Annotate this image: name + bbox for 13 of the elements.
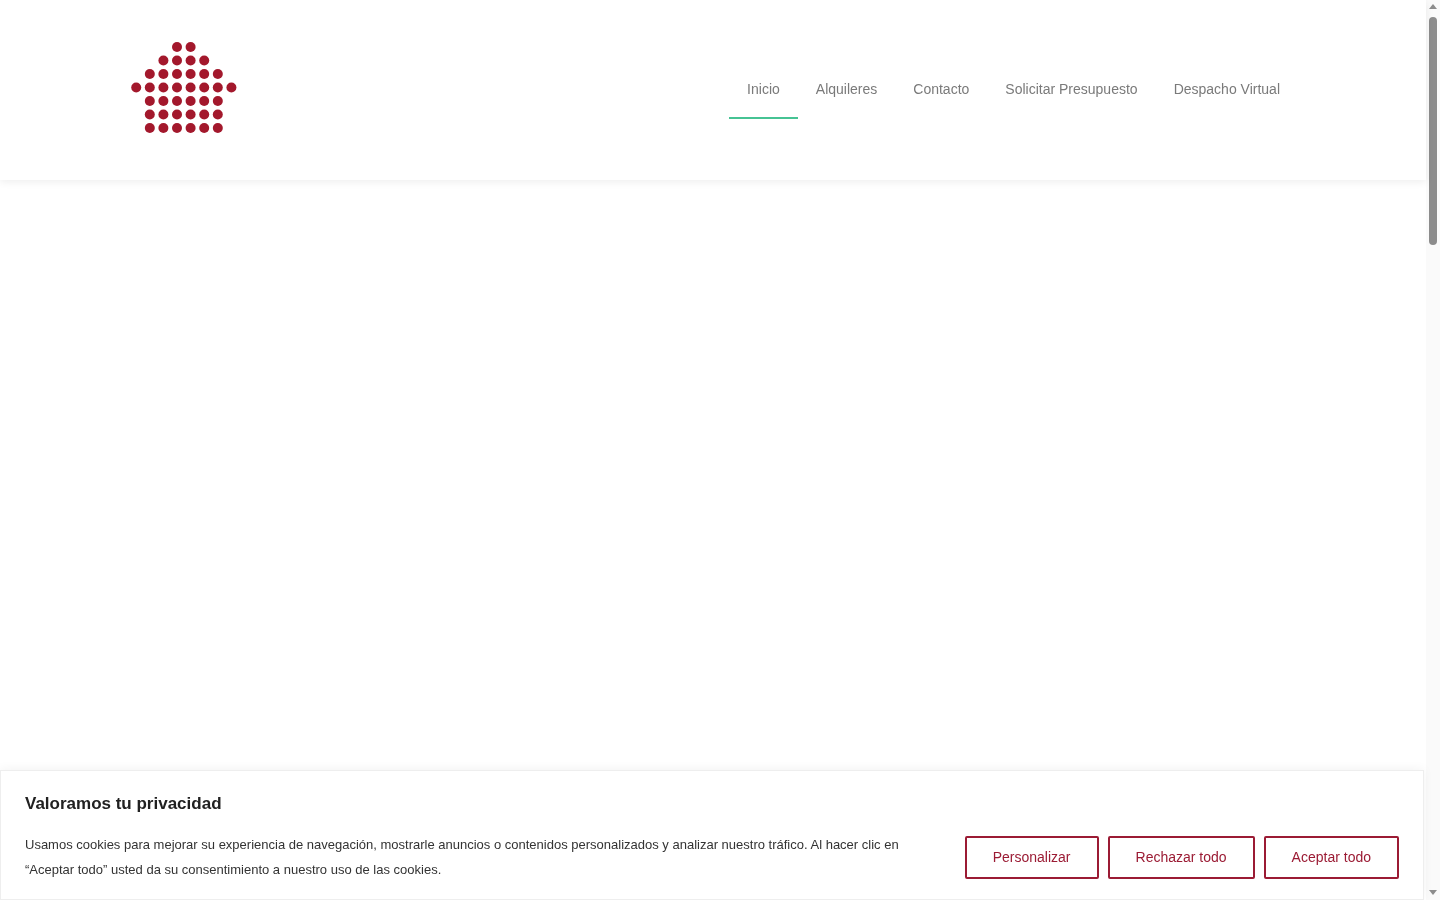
banner-title: Valoramos tu privacidad [25,793,223,815]
cookie-button[interactable]: Rechazar todo [1107,835,1255,879]
nav-link[interactable]: Inicio [729,61,798,119]
scroll-up-icon[interactable] [1429,4,1437,9]
scrollbar-thumb[interactable] [1429,17,1437,245]
nav-link[interactable]: Solicitar Presupuesto [987,61,1156,119]
cookie-button[interactable]: Personalizar [964,835,1099,879]
nav-link[interactable]: Despacho Virtual [1155,61,1298,119]
banner-text: Usamos cookies para mejorar su experiencia de navegación, mostrarle anuncios o contenidos personalizados y analizar nuestro tráfico. Al hacer clic en “Aceptar todo” usted da su consentimiento a nuestro uso de las cookies. [25,836,900,879]
nav-link[interactable]: Contacto [895,61,988,119]
nav-link[interactable]: Alquileres [797,61,896,119]
scroll-down-icon[interactable] [1429,890,1437,895]
cookie-button[interactable]: Aceptar todo [1263,835,1399,879]
